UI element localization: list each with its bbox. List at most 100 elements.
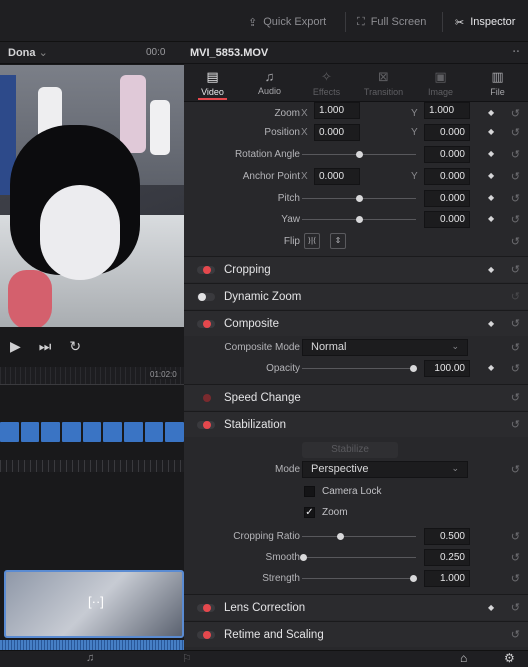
reset-icon[interactable]: ↺ [511,317,520,330]
opacity-field[interactable]: 100.00 [424,360,470,377]
lens-correction-section[interactable]: Lens Correction ◆ ↺ [184,594,528,620]
slider-knob[interactable] [356,195,363,202]
rotation-row: Rotation Angle 0.000 ◆ ↺ [184,145,528,165]
tab-effects[interactable]: ✧ Effects [298,64,355,101]
timeline-ruler[interactable]: 01:02:0 [0,367,184,385]
cropping-section[interactable]: Cropping ◆ ↺ [184,256,528,282]
keyframe-icon[interactable]: ◆ [488,214,494,223]
opacity-slider[interactable] [302,368,416,369]
zoom-checkbox[interactable]: ✓ [304,507,315,518]
anchor-x-field[interactable]: 0.000 [314,168,360,185]
reset-icon[interactable]: ↺ [511,126,520,139]
reset-icon[interactable]: ↺ [511,362,520,375]
camera-lock-checkbox[interactable] [304,486,315,497]
flip-horizontal-icon[interactable]: ⟩|⟨ [304,233,320,249]
zoom-x-field[interactable]: 1.000 [314,102,360,119]
keyframe-icon[interactable]: ◆ [488,149,494,158]
cropping-toggle[interactable] [197,266,215,274]
speed-change-toggle[interactable] [197,394,215,402]
anchor-y-field[interactable]: 0.000 [424,168,470,185]
reset-icon[interactable]: ↺ [511,418,520,431]
lens-correction-toggle[interactable] [197,604,215,612]
reset-icon[interactable]: ↺ [511,263,520,276]
reset-icon[interactable]: ↺ [511,530,520,543]
keyframe-icon[interactable]: ◆ [488,603,494,612]
tab-audio[interactable]: ♫ Audio [241,64,298,101]
slider-knob[interactable] [356,216,363,223]
dynamic-zoom-toggle[interactable] [197,293,215,301]
keyframe-icon[interactable]: ◆ [488,108,494,117]
yaw-field[interactable]: 0.000 [424,211,470,228]
more-options-icon[interactable]: ·· [513,46,520,58]
keyframe-icon[interactable]: ◆ [488,193,494,202]
cropping-ratio-slider[interactable] [302,536,416,537]
composite-mode-dropdown[interactable]: Normal ⌄ [302,339,468,356]
strength-slider[interactable] [302,578,416,579]
stabilization-mode-dropdown[interactable]: Perspective ⌄ [302,461,468,478]
cropping-ratio-field[interactable]: 0.500 [424,528,470,545]
inspector-header: MVI_5853.MOV ·· [184,42,528,64]
slider-knob[interactable] [356,151,363,158]
smooth-slider[interactable] [302,557,416,558]
stabilization-section[interactable]: Stabilization ↺ [184,411,528,437]
rocket-icon[interactable]: ⚐ [182,652,192,665]
inspector-button[interactable]: ✂ Inspector [455,14,515,30]
composite-toggle[interactable] [197,320,215,328]
retime-toggle[interactable] [197,631,215,639]
home-icon[interactable]: ⌂ [460,651,467,665]
reset-icon[interactable]: ↺ [511,107,520,120]
reset-icon[interactable]: ↺ [511,235,520,248]
quick-export-button[interactable]: ⇪ Quick Export [248,14,326,30]
timeline-ruler[interactable] [0,460,184,472]
tab-image[interactable]: ▣ Image [412,64,469,101]
tab-file[interactable]: ▥ File [469,64,526,101]
zoom-y-field[interactable]: 1.000 [424,102,470,119]
pitch-field[interactable]: 0.000 [424,190,470,207]
slider-knob[interactable] [410,575,417,582]
reset-icon[interactable]: ↺ [511,213,520,226]
tab-transition[interactable]: ⊠ Transition [355,64,412,101]
smooth-field[interactable]: 0.250 [424,549,470,566]
dynamic-zoom-section[interactable]: Dynamic Zoom ↺ [184,283,528,309]
stabilize-button[interactable]: Stabilize [302,442,398,458]
reset-icon[interactable]: ↺ [511,341,520,354]
keyframe-icon[interactable]: ◆ [488,363,494,372]
keyframe-icon[interactable]: ◆ [488,319,494,328]
position-x-field[interactable]: 0.000 [314,124,360,141]
composite-section[interactable]: Composite ◆ ↺ [184,310,528,336]
keyframe-icon[interactable]: ◆ [488,265,494,274]
full-screen-button[interactable]: ⛶ Full Screen [357,14,426,30]
reset-icon[interactable]: ↺ [511,551,520,564]
flip-vertical-icon[interactable]: ⇕ [330,233,346,249]
reset-icon[interactable]: ↺ [511,572,520,585]
reset-icon[interactable]: ↺ [511,463,520,476]
tab-video[interactable]: ▤ Video [184,64,241,101]
play-icon[interactable]: ▶ [10,338,21,355]
gear-icon[interactable]: ⚙ [504,651,515,665]
slider-knob[interactable] [300,554,307,561]
speed-change-section[interactable]: Speed Change ↺ [184,384,528,410]
clip-name-dropdown[interactable]: Dona ⌄ [8,46,48,59]
reset-icon[interactable]: ↺ [511,628,520,641]
video-preview[interactable] [0,65,184,327]
rotation-field[interactable]: 0.000 [424,146,470,163]
reset-icon[interactable]: ↺ [511,148,520,161]
reset-icon[interactable]: ↺ [511,170,520,183]
reset-icon[interactable]: ↺ [511,391,520,404]
skip-end-icon[interactable]: ⏭ [39,338,52,355]
reset-icon[interactable]: ↺ [511,290,520,303]
keyframe-icon[interactable]: ◆ [488,127,494,136]
strength-field[interactable]: 1.000 [424,570,470,587]
stabilization-toggle[interactable] [197,421,215,429]
reset-icon[interactable]: ↺ [511,192,520,205]
position-y-field[interactable]: 0.000 [424,124,470,141]
retime-scaling-section[interactable]: Retime and Scaling ↺ [184,621,528,647]
loop-icon[interactable]: ↻ [69,338,81,355]
clip-thumbnail[interactable]: [··] [4,570,184,638]
keyframe-icon[interactable]: ◆ [488,171,494,180]
slider-knob[interactable] [337,533,344,540]
timeline-clips[interactable] [0,422,185,442]
reset-icon[interactable]: ↺ [511,601,520,614]
music-icon[interactable]: ♫ [86,652,94,664]
slider-knob[interactable] [410,365,417,372]
